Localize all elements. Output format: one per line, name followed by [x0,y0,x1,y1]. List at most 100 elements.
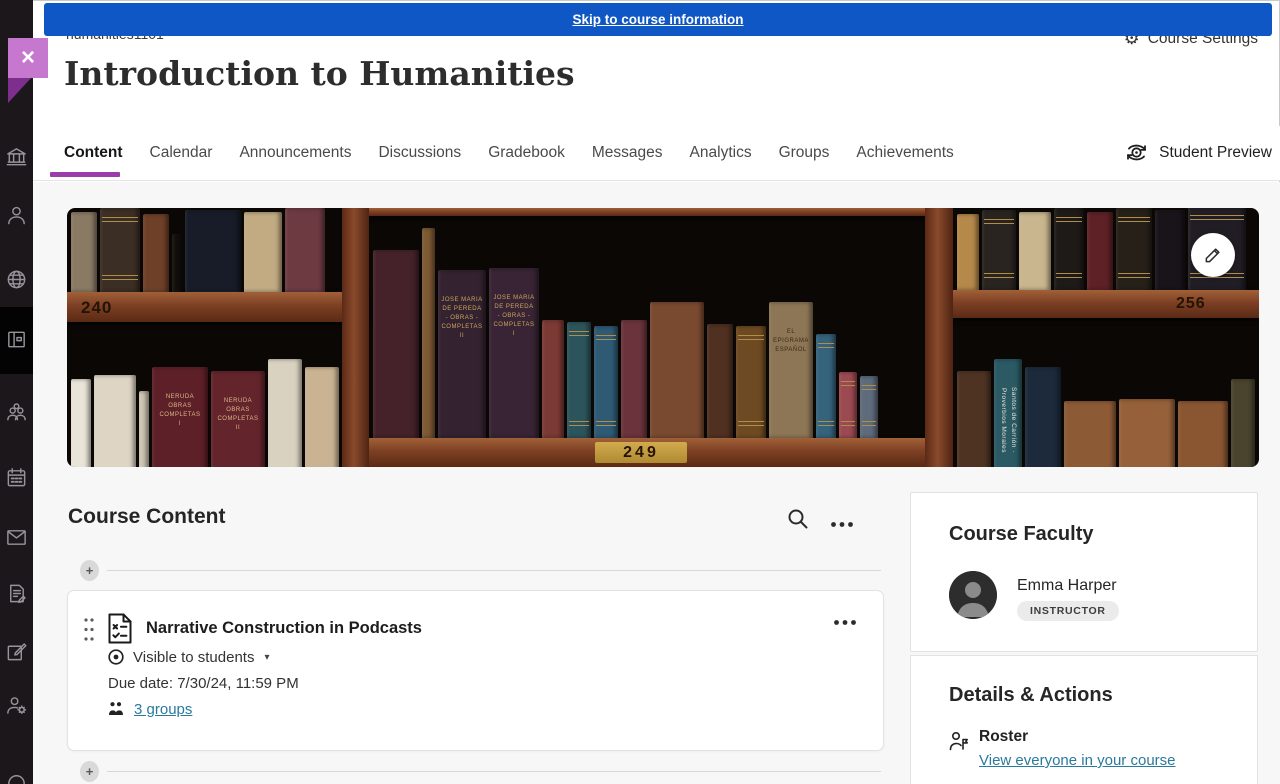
close-icon: × [21,46,35,70]
skip-banner: Skip to course information [44,3,1272,36]
shelf-board: 249 [369,438,925,467]
content-item-card: Narrative Construction in Podcasts Visib… [67,590,884,751]
book-spine [736,326,766,438]
book-spine [982,210,1016,290]
skip-to-course-link[interactable]: Skip to course information [572,12,743,27]
book-spine [1054,208,1084,290]
book-spine [816,334,836,438]
student-preview-button[interactable]: Student Preview [1122,140,1272,165]
visibility-label: Visible to students [133,649,254,666]
add-content-button[interactable]: + [80,761,99,782]
book-spine [71,212,97,292]
pencil-icon [1203,245,1223,265]
content-overflow-menu-icon[interactable] [830,515,854,533]
book-spine [268,359,302,467]
roster-view-everyone-link[interactable]: View everyone in your course [979,752,1176,769]
admin-icon[interactable] [5,694,28,717]
tab-content[interactable]: Content [64,126,123,180]
book-spine [305,367,339,467]
shelf-number-256: 256 [1176,295,1206,313]
book-spine [860,376,878,438]
app-window: × Skip to course information humanities1… [0,0,1280,784]
book-spine [100,208,140,292]
shelf-post [342,208,369,467]
messages-icon[interactable] [5,526,28,549]
book-spine [244,212,282,292]
search-icon[interactable] [786,507,810,531]
add-content-button[interactable]: + [80,560,99,581]
book-spine [957,371,991,467]
item-overflow-menu-icon[interactable] [833,613,857,631]
tab-groups[interactable]: Groups [779,126,830,180]
book-spine: JOSE MARIA DE PEREDA - OBRAS - COMPLETAS… [438,270,486,438]
book-spine [621,320,647,438]
course-faculty-card: Course Faculty Emma Harper INSTRUCTOR [910,492,1258,652]
book-spine [71,379,91,467]
bookshelf-row: NERUDA OBRAS COMPLETAS INERUDA OBRAS COM… [71,359,339,467]
tab-announcements[interactable]: Announcements [239,126,351,180]
book-spine [594,326,618,438]
due-date-text: Due date: 7/30/24, 11:59 PM [108,675,299,692]
book-spine [94,375,136,467]
groups-link[interactable]: 3 groups [134,701,192,718]
chevron-down-icon: ▾ [264,652,269,663]
add-content-divider: + [80,560,881,581]
shelf-number-240: 240 [81,298,112,318]
book-spine [650,302,704,438]
visibility-dropdown[interactable]: Visible to students ▾ [107,648,270,666]
tab-analytics[interactable]: Analytics [690,126,752,180]
book-spine [143,214,169,292]
book-spine [373,250,419,438]
shelf-post [925,208,953,467]
calendar-icon[interactable] [5,466,28,489]
roster-label: Roster [979,728,1176,746]
book-spine [1155,210,1185,290]
content-item-title[interactable]: Narrative Construction in Podcasts [146,619,422,638]
tab-messages[interactable]: Messages [592,126,663,180]
globe-icon[interactable] [5,268,28,291]
global-sidebar [0,0,33,784]
instructor-role-badge: INSTRUCTOR [1017,601,1119,621]
book-spine [185,210,241,292]
shelf-board [369,208,925,216]
tab-gradebook[interactable]: Gradebook [488,126,565,180]
book-spine [422,228,435,438]
groups-row: 3 groups [107,700,192,718]
book-spine [567,322,591,438]
bookshelf-row: JOSE MARIA DE PEREDA - OBRAS - COMPLETAS… [373,228,878,438]
roster-icon [947,730,969,752]
organizations-icon[interactable] [5,401,28,424]
student-preview-label: Student Preview [1159,144,1272,162]
course-nav: Content Calendar Announcements Discussio… [33,126,1280,181]
book-spine [1019,212,1051,290]
book-spine [1231,379,1255,467]
book-spine [1064,401,1116,467]
courses-icon[interactable] [5,328,28,351]
profile-icon[interactable] [5,204,28,227]
book-spine [542,320,564,438]
book-spine [839,372,857,438]
book-spine [707,324,733,438]
roster-row: Roster View everyone in your course [947,728,1176,769]
course-banner-image: 240 NERUDA OBRAS COMPLETAS INERUDA OBRAS… [67,208,1259,467]
avatar[interactable] [949,571,997,619]
shelf-board: 256 [953,290,1259,318]
book-spine [172,234,182,292]
book-spine [1119,399,1175,467]
book-spine: EL EPIGRAMA ESPAÑOL [769,302,813,438]
book-spine [957,214,979,290]
grades-icon[interactable] [5,582,28,605]
assignment-icon [106,612,134,650]
bottom-partial-icon[interactable] [5,770,28,784]
book-spine [1116,208,1152,290]
tab-calendar[interactable]: Calendar [150,126,213,180]
tab-achievements[interactable]: Achievements [856,126,953,180]
bookshelf-row [71,208,325,292]
drag-handle-icon[interactable] [83,616,95,648]
student-preview-icon [1122,140,1151,165]
institution-icon[interactable] [5,146,28,169]
tab-discussions[interactable]: Discussions [378,126,461,180]
compose-icon[interactable] [5,640,28,663]
close-course-button[interactable]: × [8,38,48,78]
edit-banner-button[interactable] [1191,233,1235,277]
